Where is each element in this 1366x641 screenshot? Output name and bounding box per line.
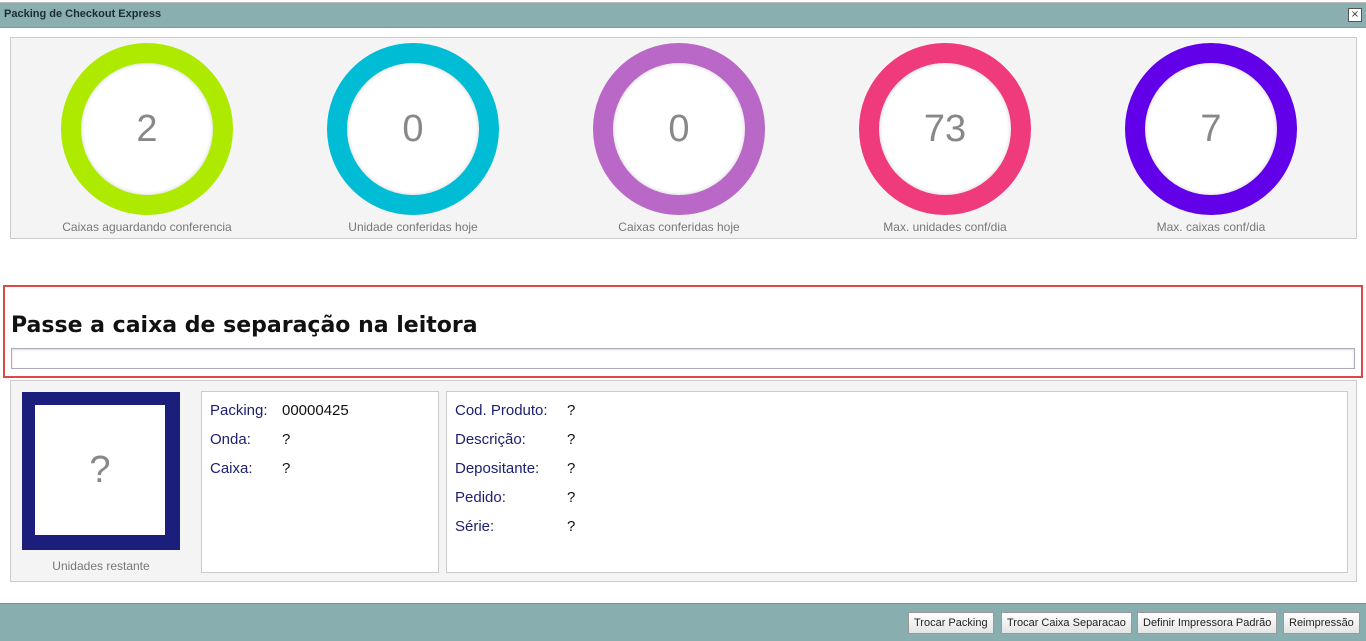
stat-value: 0: [402, 107, 424, 150]
stat-value: 2: [136, 107, 158, 150]
info-value: 00000425: [282, 402, 349, 419]
stat-caixas-conferidas: 0 Caixas conferidas hoje: [579, 43, 779, 234]
scan-section: Passe a caixa de separação na leitora: [3, 285, 1363, 378]
info-value: ?: [567, 489, 576, 506]
stat-label: Max. caixas conf/dia: [1156, 220, 1266, 234]
scan-title: Passe a caixa de separação na leitora: [11, 313, 478, 338]
stat-value: 0: [668, 107, 690, 150]
stat-value: 73: [923, 107, 967, 150]
info-value: ?: [567, 402, 576, 419]
stat-value: 7: [1200, 107, 1222, 150]
stat-label: Max. unidades conf/dia: [883, 220, 1007, 234]
info-label: Pedido:: [455, 489, 506, 506]
stat-ring: 73: [859, 43, 1031, 215]
window-title: Packing de Checkout Express: [4, 8, 162, 20]
info-label: Packing:: [210, 402, 268, 419]
info-label: Onda:: [210, 431, 251, 448]
units-remaining-label: Unidades restante: [52, 559, 150, 573]
info-value: ?: [282, 431, 291, 448]
units-remaining-value: ?: [35, 405, 165, 535]
stat-caixas-aguardando: 2 Caixas aguardando conferencia: [47, 43, 247, 234]
trocar-packing-button[interactable]: Trocar Packing: [908, 612, 994, 634]
close-icon[interactable]: ×: [1348, 8, 1362, 22]
info-label: Descrição:: [455, 431, 526, 448]
info-value: ?: [282, 460, 291, 477]
stat-ring: 0: [593, 43, 765, 215]
stat-label: Unidade conferidas hoje: [348, 220, 478, 234]
stat-label: Caixas conferidas hoje: [618, 220, 740, 234]
stat-ring: 2: [61, 43, 233, 215]
info-label: Cod. Produto:: [455, 402, 548, 419]
reimpressao-button[interactable]: Reimpressão: [1283, 612, 1360, 634]
packing-info-box: Packing: 00000425 Onda:? Caixa:?: [201, 391, 439, 573]
trocar-caixa-separacao-button[interactable]: Trocar Caixa Separacao: [1001, 612, 1132, 634]
stat-max-unidades: 73 Max. unidades conf/dia: [845, 43, 1045, 234]
title-bar: Packing de Checkout Express ×: [0, 2, 1366, 28]
scan-input[interactable]: [11, 348, 1355, 369]
stat-ring: 0: [327, 43, 499, 215]
details-panel: ? Unidades restante Packing: 00000425 Ond…: [10, 380, 1357, 582]
info-label: Caixa:: [210, 460, 253, 477]
stat-ring: 7: [1125, 43, 1297, 215]
info-label: Depositante:: [455, 460, 540, 477]
product-info-box: Cod. Produto:? Descrição:? Depositante:?…: [446, 391, 1348, 573]
info-label: Série:: [455, 518, 495, 535]
stat-max-caixas: 7 Max. caixas conf/dia: [1111, 43, 1311, 234]
stat-unidade-conferidas: 0 Unidade conferidas hoje: [313, 43, 513, 234]
info-value: ?: [567, 518, 576, 535]
info-value: ?: [567, 431, 576, 448]
units-remaining-box: ?: [22, 392, 180, 550]
info-value: ?: [567, 460, 576, 477]
footer-toolbar: Trocar Packing Trocar Caixa Separacao De…: [0, 603, 1366, 641]
definir-impressora-button[interactable]: Definir Impressora Padrão: [1137, 612, 1278, 634]
stat-label: Caixas aguardando conferencia: [62, 220, 232, 234]
stats-panel: 2 Caixas aguardando conferencia 0 Unidad…: [10, 37, 1357, 239]
